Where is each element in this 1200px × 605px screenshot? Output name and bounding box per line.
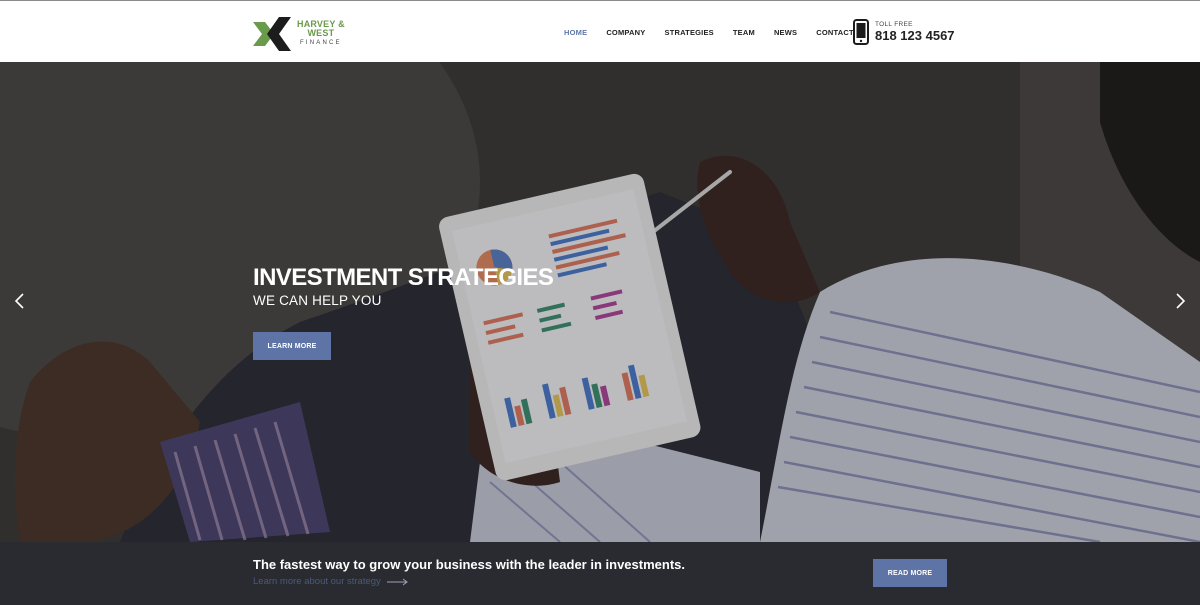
- hero-subtitle: WE CAN HELP YOU: [253, 293, 382, 308]
- mobile-phone-icon: [853, 19, 869, 45]
- nav-item-company[interactable]: COMPANY: [606, 28, 645, 37]
- logo[interactable]: HARVEY & WEST FINANCE: [253, 15, 363, 53]
- nav-item-strategies[interactable]: STRATEGIES: [665, 28, 714, 37]
- learn-more-button[interactable]: LEARN MORE: [253, 332, 331, 360]
- read-more-button[interactable]: READ MORE: [873, 559, 947, 587]
- nav-item-contact[interactable]: CONTACT: [816, 28, 854, 37]
- hero-slider: INVESTMENT STRATEGIES WE CAN HELP YOU LE…: [0, 62, 1200, 542]
- strategy-link-label: Learn more about our strategy: [253, 576, 381, 587]
- chevron-right-icon[interactable]: [1174, 292, 1188, 310]
- hero-overlay: [0, 62, 1200, 542]
- logo-chevrons-icon: [253, 17, 291, 51]
- nav-item-home[interactable]: HOME: [564, 28, 587, 37]
- nav-item-team[interactable]: TEAM: [733, 28, 755, 37]
- cta-bar: The fastest way to grow your business wi…: [0, 542, 1200, 605]
- logo-line-2: WEST: [307, 28, 335, 38]
- logo-line-3: FINANCE: [300, 40, 342, 46]
- site-header: HARVEY & WEST FINANCE HOME COMPANY STRAT…: [0, 0, 1200, 62]
- phone-number[interactable]: 818 123 4567: [875, 29, 955, 43]
- phone-text: TOLL FREE 818 123 4567: [875, 21, 955, 43]
- toll-free-phone[interactable]: TOLL FREE 818 123 4567: [853, 19, 955, 45]
- main-nav: HOME COMPANY STRATEGIES TEAM NEWS CONTAC…: [564, 28, 873, 37]
- arrow-right-icon: [386, 578, 408, 585]
- hero-title: INVESTMENT STRATEGIES: [253, 264, 554, 291]
- logo-text: HARVEY & WEST FINANCE: [297, 20, 345, 48]
- cta-title: The fastest way to grow your business wi…: [253, 557, 685, 572]
- chevron-left-icon[interactable]: [12, 292, 26, 310]
- nav-item-news[interactable]: NEWS: [774, 28, 797, 37]
- strategy-link[interactable]: Learn more about our strategy: [253, 576, 409, 587]
